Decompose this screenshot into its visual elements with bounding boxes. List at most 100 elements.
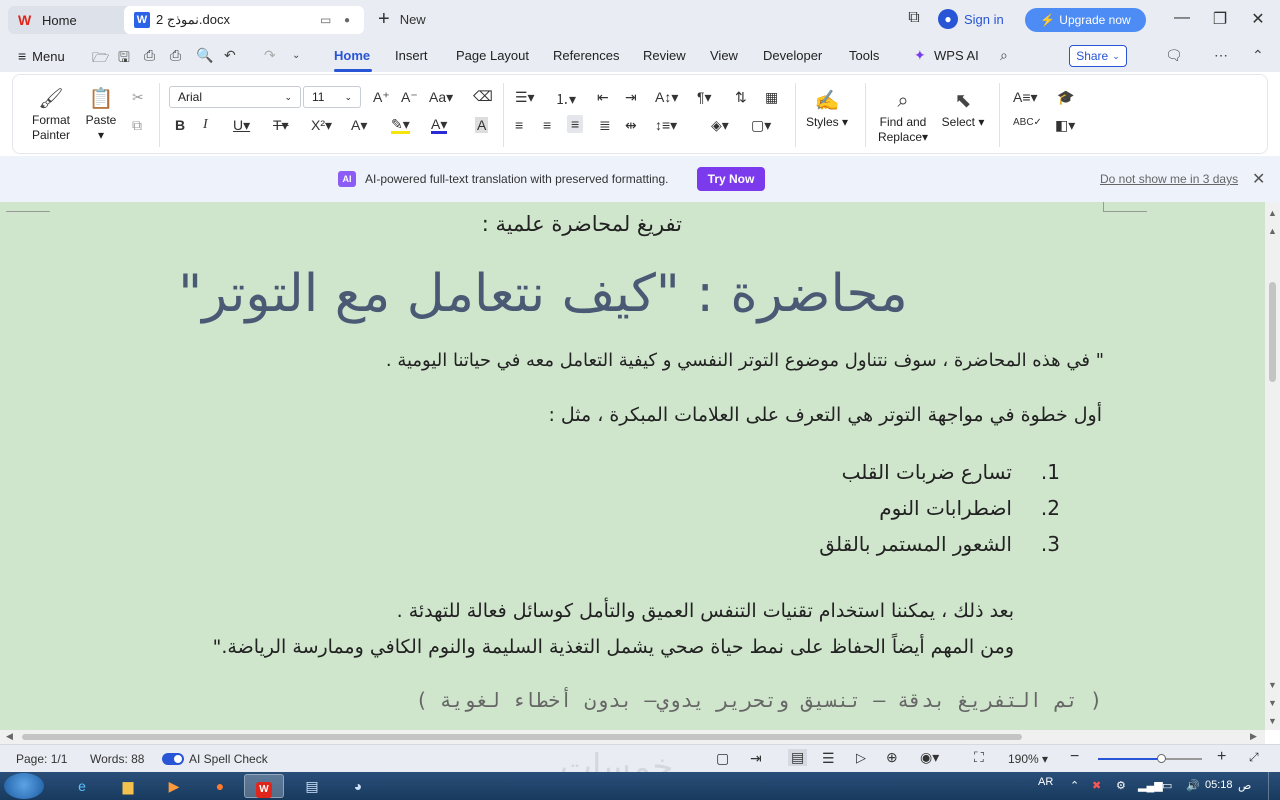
ie-icon[interactable]: e (62, 774, 102, 798)
start-button-icon[interactable] (4, 773, 44, 799)
web-view-icon[interactable]: ⊕ (886, 749, 898, 766)
doc-first-step[interactable]: أول خطوة في مواجهة التوتر هي التعرف على … (476, 404, 1102, 426)
clock-time[interactable]: 05:18 (1205, 779, 1233, 791)
doc-title[interactable]: محاضرة : "كيف نتعامل مع التوتر" (162, 264, 924, 324)
format-painter-button[interactable]: 🖌 Format Painter (23, 85, 79, 143)
menu-insert[interactable]: Insert (395, 48, 428, 63)
media-player-icon[interactable]: ▶ (154, 774, 194, 798)
zoom-level-select[interactable]: 190% ▾ (1008, 752, 1048, 766)
upgrade-button[interactable]: ⚡ Upgrade now (1025, 8, 1146, 32)
sort-icon[interactable]: ⇅ (735, 89, 747, 106)
paragraph-mark-icon[interactable]: ¶▾ (697, 89, 712, 106)
wps-taskbar-icon[interactable]: W (244, 774, 284, 798)
share-button[interactable]: Share ⌄ (1069, 45, 1127, 67)
doc-footer-note[interactable]: ( تم التفريغ بدقة – تنسيق وتحرير يدوي– ب… (416, 688, 1102, 712)
distributed-icon[interactable]: ⇹ (625, 117, 637, 134)
sign-in-button[interactable]: ● Sign in (938, 9, 1004, 29)
language-indicator[interactable]: AR (1038, 776, 1053, 788)
print-preview-icon[interactable]: 🔍 (196, 47, 213, 64)
menu-page-layout[interactable]: Page Layout (456, 48, 529, 63)
align-right-icon[interactable]: ≡ (567, 115, 584, 133)
horizontal-scroll-thumb[interactable] (22, 734, 1022, 740)
read-mode-icon[interactable]: ▢ (716, 750, 729, 767)
redo-icon[interactable]: ↷ (264, 47, 276, 64)
network-icon[interactable]: ▭ (1162, 779, 1172, 792)
minimize-icon[interactable]: — (1172, 9, 1192, 27)
export-icon[interactable]: ⇥ (750, 750, 762, 767)
dismiss-link[interactable]: Do not show me in 3 days (1100, 172, 1238, 186)
tray-app-icon[interactable]: ⚙ (1116, 779, 1126, 792)
spell-check-toggle[interactable] (162, 753, 184, 765)
window-switch-icon[interactable]: ⧉ (904, 9, 924, 27)
eye-protection-icon[interactable]: ◉▾ (920, 749, 939, 766)
numbering-icon[interactable]: ⒈▾ (555, 89, 576, 109)
menu-home[interactable]: Home (334, 48, 370, 63)
firefox-icon[interactable]: ● (200, 774, 240, 798)
menu-review[interactable]: Review (643, 48, 686, 63)
doc-paragraph-lifestyle[interactable]: ومن المهم أيضاً الحفاظ على نمط حياة صحي … (114, 636, 1014, 658)
print-icon[interactable]: ⎙ (170, 47, 181, 64)
more-options-icon[interactable]: ⋯ (1214, 47, 1228, 64)
decrease-indent-icon[interactable]: ⇤ (597, 89, 609, 106)
increase-indent-icon[interactable]: ⇥ (625, 89, 637, 106)
scroll-down-icon[interactable]: ▼ (1268, 680, 1277, 690)
italic-icon[interactable]: I (203, 117, 208, 133)
monitor-icon[interactable]: ▭ (320, 13, 331, 27)
scroll-up-icon[interactable]: ▲ (1268, 208, 1277, 218)
tray-security-icon[interactable]: ✖ (1092, 779, 1101, 792)
superscript-icon[interactable]: X²▾ (311, 117, 332, 134)
menu-button[interactable]: ≡ Menu (18, 48, 65, 64)
scroll-left-icon[interactable]: ◀ (6, 731, 13, 742)
network-app-icon[interactable]: ◕ (338, 774, 378, 798)
styles-button[interactable]: ✍ Styles ▾ (803, 87, 851, 130)
list-item[interactable]: 1. تسارع ضربات القلب (780, 460, 1060, 484)
document-canvas[interactable]: تفريغ لمحاضرة علمية : محاضرة : "كيف نتعا… (0, 202, 1265, 730)
borders-icon[interactable]: ▢▾ (751, 117, 771, 134)
align-left-icon[interactable]: ≡ (515, 117, 523, 133)
notepad-icon[interactable]: ▤ (292, 774, 332, 798)
scroll-right-icon[interactable]: ▶ (1250, 731, 1257, 742)
zoom-out-icon[interactable]: − (1070, 748, 1079, 766)
page-indicator[interactable]: Page: 1/1 (16, 752, 67, 766)
volume-icon[interactable]: 🔊 (1186, 779, 1200, 792)
font-color-icon[interactable]: A▾ (431, 117, 448, 134)
export-icon[interactable]: ⎙ (144, 47, 155, 64)
education-icon[interactable]: 🎓 (1057, 89, 1074, 106)
tool-dropdown-icon[interactable]: ◧▾ (1055, 117, 1075, 134)
increase-font-icon[interactable]: A⁺ (373, 89, 390, 106)
outline-view-icon[interactable]: ☰ (822, 750, 835, 767)
zoom-slider-handle[interactable] (1157, 754, 1166, 763)
menu-view[interactable]: View (710, 48, 738, 63)
tab-document[interactable]: W نموذج 2.docx ▭ ● (124, 6, 364, 34)
try-now-button[interactable]: Try Now (697, 167, 765, 191)
collapse-ribbon-icon[interactable]: ⌃ (1252, 47, 1264, 64)
horizontal-scrollbar[interactable]: ◀ ▶ (0, 730, 1265, 744)
decrease-font-icon[interactable]: A⁻ (401, 89, 418, 106)
menu-tools[interactable]: Tools (849, 48, 879, 63)
comment-icon[interactable]: 🗨 (1165, 47, 1183, 64)
clear-format-icon[interactable]: ⌫ (473, 88, 493, 105)
bullets-icon[interactable]: ☰▾ (515, 89, 535, 106)
doc-subtitle[interactable]: تفريغ لمحاضرة علمية : (470, 212, 682, 236)
spell-check-icon[interactable]: ABC✓ (1013, 117, 1042, 128)
list-item[interactable]: 3. الشعور المستمر بالقلق (780, 532, 1060, 556)
select-button[interactable]: ⬉ Select ▾ (937, 87, 989, 130)
find-replace-button[interactable]: ⌕ Find and Replace▾ (875, 87, 931, 145)
justify-icon[interactable]: ≣ (599, 117, 611, 134)
strikethrough-icon[interactable]: T▾ (273, 117, 289, 134)
change-case-icon[interactable]: Aa▾ (429, 89, 453, 106)
play-icon[interactable]: ▷ (856, 750, 866, 766)
search-icon[interactable]: ⌕ (1000, 47, 1008, 64)
show-desktop-button[interactable] (1268, 772, 1280, 800)
cut-icon[interactable]: ✂ (132, 89, 144, 106)
char-shading-icon[interactable]: A (475, 117, 489, 133)
font-size-select[interactable]: 11 ⌄ (303, 86, 361, 108)
restore-icon[interactable]: ❐ (1210, 9, 1230, 29)
scroll-down-icon[interactable]: ▼ (1268, 716, 1277, 726)
unsaved-dot-icon[interactable]: ● (344, 15, 350, 26)
line-spacing-icon[interactable]: ↕≡▾ (655, 117, 677, 134)
page-view-icon[interactable]: ▤ (788, 749, 808, 766)
vertical-scrollbar[interactable]: ▲ ▲ ▼ ▼ ▼ (1265, 202, 1280, 730)
tab-home[interactable]: W Home (8, 6, 134, 34)
fit-page-icon[interactable]: ⛶ (974, 749, 984, 766)
